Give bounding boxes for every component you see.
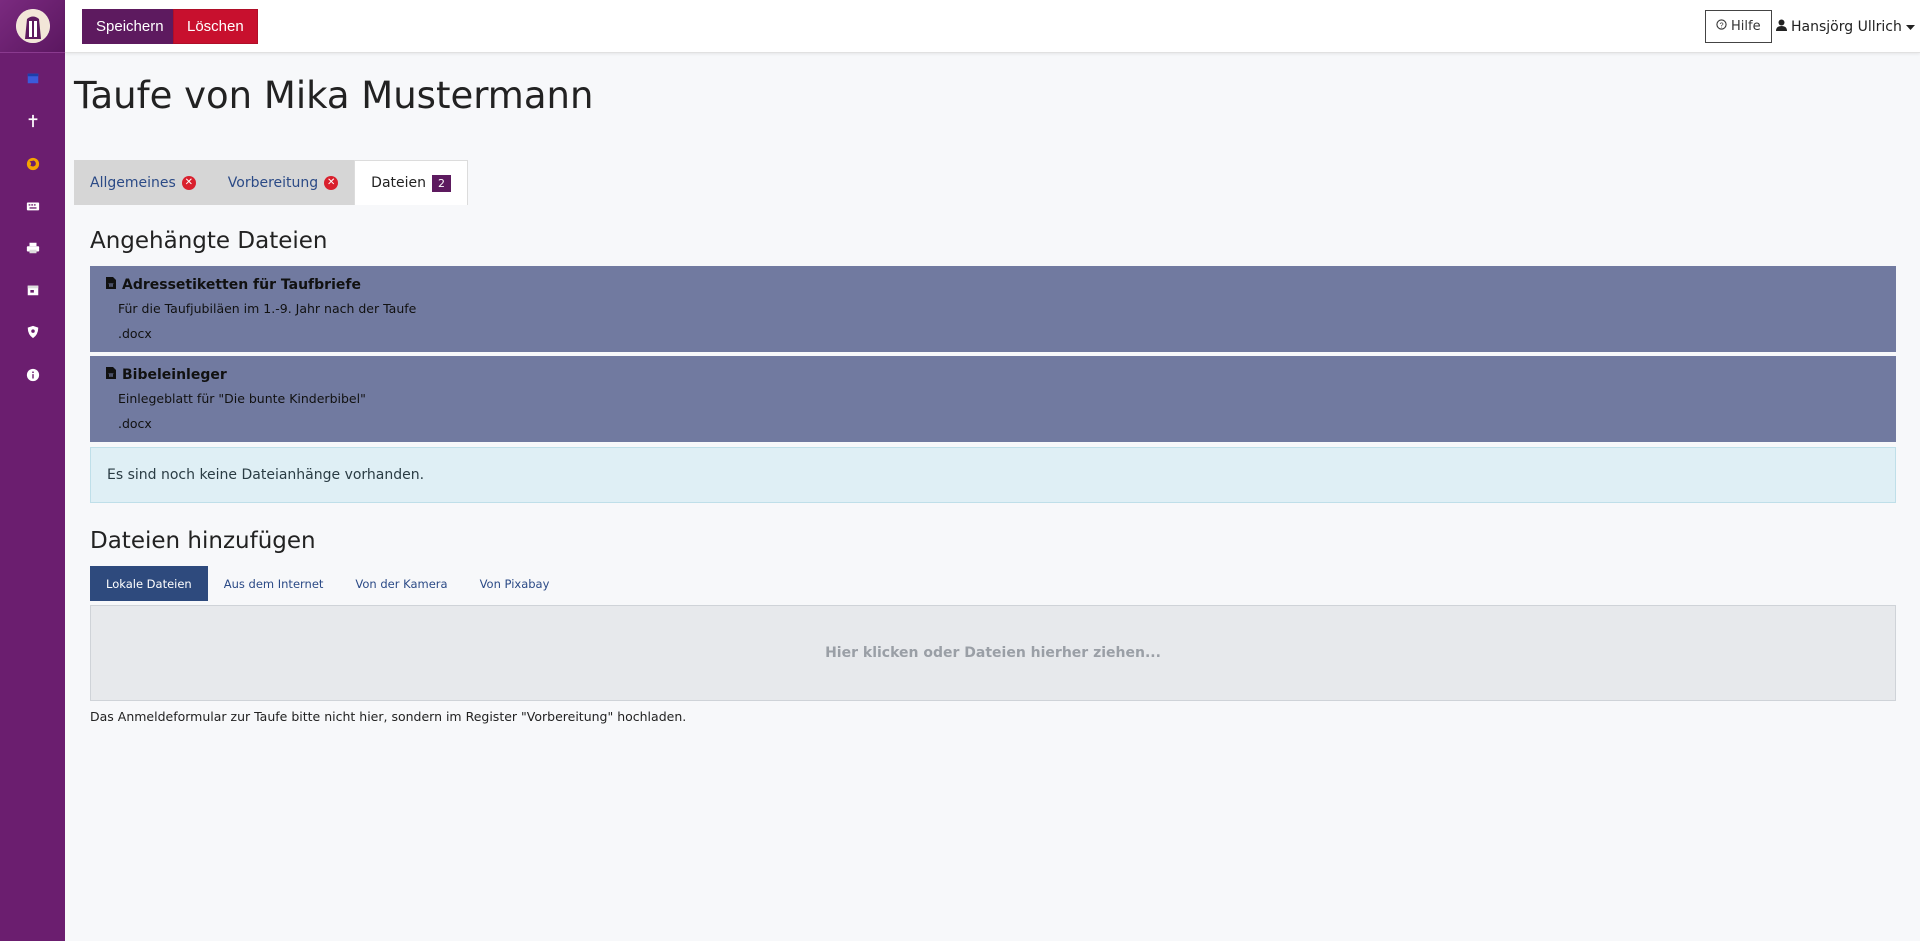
help-button[interactable]: ? Hilfe: [1705, 10, 1772, 43]
question-circle-icon: ?: [1716, 19, 1727, 34]
empty-attachments-notice: Es sind noch keine Dateianhänge vorhande…: [90, 447, 1896, 503]
info-icon[interactable]: [0, 361, 65, 389]
record-tabs: Allgemeines ✕ Vorbereitung ✕ Dateien 2: [74, 160, 469, 205]
file-title: Bibeleinleger: [122, 367, 227, 383]
file-item[interactable]: W Bibeleinleger Einlegeblatt für "Die bu…: [90, 356, 1896, 442]
file-word-icon: W: [106, 277, 116, 293]
user-icon: [1776, 19, 1787, 35]
page-title: Taufe von Mika Mustermann: [74, 74, 594, 117]
logo-area[interactable]: [0, 0, 65, 53]
app-logo: [15, 9, 50, 43]
tab-label: Vorbereitung: [227, 174, 319, 191]
dropzone-label: Hier klicken oder Dateien hierher ziehen…: [825, 645, 1161, 661]
save-button[interactable]: Speichern: [82, 9, 178, 44]
add-files-heading: Dateien hinzufügen: [90, 528, 316, 554]
tab-from-camera[interactable]: Von der Kamera: [339, 566, 463, 601]
error-icon: ✕: [324, 175, 339, 190]
attached-files-heading: Angehängte Dateien: [90, 228, 328, 254]
file-word-icon: W: [106, 367, 116, 383]
file-extension: .docx: [118, 326, 152, 341]
calendar-icon[interactable]: [0, 64, 65, 92]
help-label: Hilfe: [1731, 19, 1761, 34]
tab-allgemeines[interactable]: Allgemeines ✕: [74, 160, 212, 205]
file-dropzone[interactable]: Hier klicken oder Dateien hierher ziehen…: [90, 605, 1896, 701]
cross-icon[interactable]: [0, 107, 65, 135]
caret-down-icon: [1905, 19, 1915, 35]
error-icon: ✕: [181, 175, 196, 190]
tab-label: Dateien: [371, 175, 427, 191]
svg-text:W: W: [109, 373, 114, 379]
top-toolbar: Speichern Löschen ? Hilfe Hansjörg Ullri…: [65, 0, 1920, 53]
calendar-check-icon[interactable]: [0, 276, 65, 304]
tab-vorbereitung[interactable]: Vorbereitung ✕: [211, 160, 355, 205]
tab-from-pixabay[interactable]: Von Pixabay: [464, 566, 566, 601]
file-item[interactable]: W Adressetiketten für Taufbriefe Für die…: [90, 266, 1896, 352]
delete-button[interactable]: Löschen: [173, 9, 258, 44]
sidebar: [0, 0, 65, 941]
file-extension: .docx: [118, 416, 152, 431]
svg-text:?: ?: [1719, 20, 1723, 29]
user-name: Hansjörg Ullrich: [1791, 18, 1902, 35]
keyboard-icon[interactable]: [0, 192, 65, 220]
user-menu[interactable]: Hansjörg Ullrich: [1776, 10, 1915, 43]
printer-icon[interactable]: [0, 234, 65, 262]
file-description: Für die Taufjubiläen im 1.-9. Jahr nach …: [118, 301, 417, 316]
tab-label: Allgemeines: [90, 174, 176, 191]
tab-from-internet[interactable]: Aus dem Internet: [208, 566, 340, 601]
globe-icon[interactable]: [0, 150, 65, 178]
file-description: Einlegeblatt für "Die bunte Kinderbibel": [118, 391, 366, 406]
upload-source-tabs: Lokale Dateien Aus dem Internet Von der …: [90, 566, 565, 601]
svg-text:W: W: [109, 283, 114, 289]
tab-local-files[interactable]: Lokale Dateien: [90, 566, 208, 601]
upload-hint: Das Anmeldeformular zur Taufe bitte nich…: [90, 709, 687, 724]
file-title: Adressetiketten für Taufbriefe: [122, 277, 361, 293]
tab-dateien[interactable]: Dateien 2: [354, 160, 469, 205]
file-count-badge: 2: [432, 174, 452, 192]
user-shield-icon[interactable]: [0, 318, 65, 346]
